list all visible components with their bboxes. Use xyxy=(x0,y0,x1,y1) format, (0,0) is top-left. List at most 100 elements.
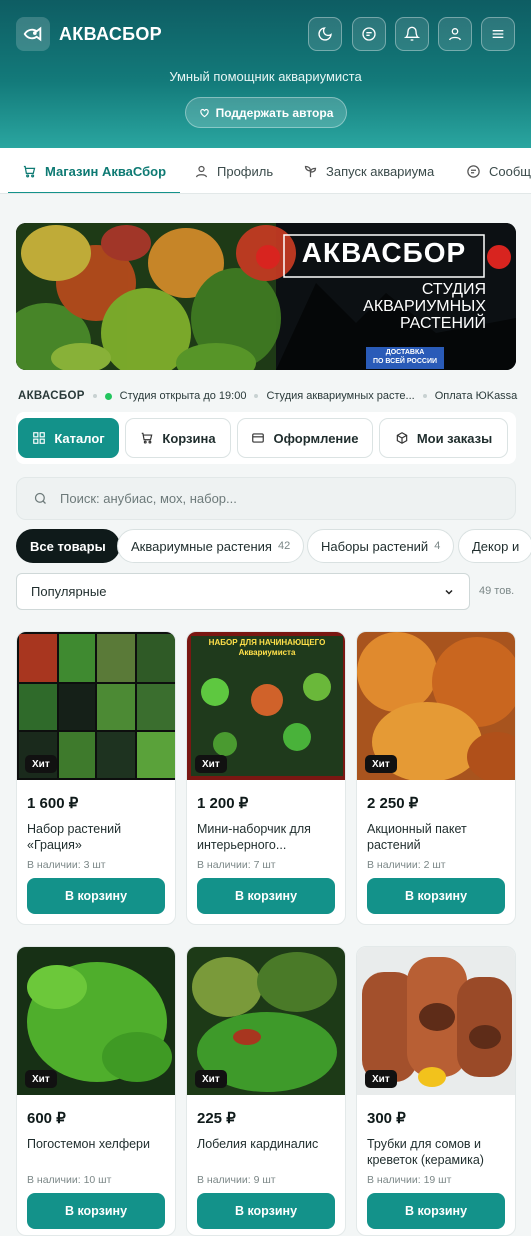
chip-count: 42 xyxy=(277,540,291,552)
product-card[interactable]: Хит 300 ₽ Трубки для сомов и креветок (к… xyxy=(356,946,516,1236)
support-author-button[interactable]: Поддержать автора xyxy=(185,97,347,128)
message-icon xyxy=(362,27,376,41)
checkout-label: Оформление xyxy=(273,430,359,446)
fish-logo-icon[interactable] xyxy=(16,17,50,51)
add-to-cart-button[interactable]: В корзину xyxy=(197,1193,335,1229)
chat-button[interactable] xyxy=(352,17,386,51)
hit-badge: Хит xyxy=(25,755,57,773)
chevron-down-icon xyxy=(445,589,453,595)
product-name[interactable]: Набор растений «Грация» xyxy=(27,821,167,853)
my-orders-button[interactable]: Мои заказы xyxy=(379,418,508,458)
brand-title[interactable]: АКВАСБОР xyxy=(59,24,162,45)
shop-actions: Каталог Корзина Оформление Мои заказы xyxy=(16,412,516,464)
product-stock: В наличии: 7 шт xyxy=(197,859,276,871)
theme-toggle-button[interactable] xyxy=(308,17,342,51)
product-stock: В наличии: 19 шт xyxy=(367,1174,452,1186)
hit-badge: Хит xyxy=(365,1070,397,1088)
open-status-dot xyxy=(104,392,112,400)
banner-subtitle: СТУДИЯ АКВАРИУМНЫХ РАСТЕНИЙ xyxy=(346,281,486,332)
sprout-icon xyxy=(304,165,317,177)
cart-icon xyxy=(142,432,153,444)
add-to-cart-button[interactable]: В корзину xyxy=(27,878,165,914)
product-price: 2 250 ₽ xyxy=(367,795,419,812)
cart-button[interactable]: Корзина xyxy=(125,418,231,458)
tab-profile-label: Профиль xyxy=(217,163,274,179)
app-header: АКВАСБОР Умный помощник аквариумиста Под… xyxy=(0,0,531,148)
info-open-hours: Студия открыта до 19:00 xyxy=(119,390,247,402)
menu-button[interactable] xyxy=(481,17,515,51)
tab-aquarium-start-label: Запуск аквариума xyxy=(326,163,435,179)
tab-messages[interactable]: Сообщ xyxy=(466,148,531,193)
product-stock: В наличии: 9 шт xyxy=(197,1174,276,1186)
promo-image-caption: НАБОР ДЛЯ НАЧИНАЮЩЕГО Аквариумиста xyxy=(193,638,341,658)
product-price: 225 ₽ xyxy=(197,1110,236,1127)
support-label: Поддержать автора xyxy=(215,105,334,120)
bell-icon xyxy=(404,26,420,41)
chip-plant-sets[interactable]: Наборы растений 4 xyxy=(307,529,455,563)
main-tabs: Магазин АкваСбор Профиль Запуск аквариум… xyxy=(0,148,531,194)
tab-messages-label: Сообщ xyxy=(489,163,531,179)
separator-dot xyxy=(254,394,259,398)
promo-image-subtitle: Аквариумиста xyxy=(238,648,296,657)
tab-aquarium-start[interactable]: Запуск аквариума xyxy=(303,148,435,193)
product-price: 1 200 ₽ xyxy=(197,795,249,812)
sort-select[interactable]: Популярные xyxy=(16,573,470,610)
product-price: 1 600 ₽ xyxy=(27,795,79,812)
promo-image-title: НАБОР ДЛЯ НАЧИНАЮЩЕГО xyxy=(208,638,326,647)
chip-label: Все товары xyxy=(30,538,106,554)
chip-aquarium-plants[interactable]: Аквариумные растения 42 xyxy=(117,529,305,563)
sort-selected-value: Популярные xyxy=(31,584,107,599)
info-studio: Студия аквариумных расте... xyxy=(266,390,415,402)
checkout-button[interactable]: Оформление xyxy=(237,418,373,458)
tab-shop[interactable]: Магазин АкваСбор xyxy=(8,148,181,193)
banner-delivery: ДОСТАВКА ПО ВСЕЙ РОССИИ xyxy=(366,348,444,366)
delivery-line-2: ПО ВСЕЙ РОССИИ xyxy=(372,358,438,365)
add-to-cart-button[interactable]: В корзину xyxy=(367,878,505,914)
products-count: 49 тов. xyxy=(479,585,515,597)
cart-icon xyxy=(23,165,36,177)
promo-banner[interactable]: АКВАСБОР СТУДИЯ АКВАРИУМНЫХ РАСТЕНИЙ ДОС… xyxy=(16,223,516,370)
chip-label: Аквариумные растения xyxy=(131,538,272,554)
my-orders-label: Мои заказы xyxy=(416,430,493,446)
store-info-strip: АКВАСБОР Студия открыта до 19:00 Студия … xyxy=(18,388,531,404)
banner-title: АКВАСБОР xyxy=(301,237,467,268)
chip-all-products[interactable]: Все товары xyxy=(16,529,120,563)
product-card[interactable]: НАБОР ДЛЯ НАЧИНАЮЩЕГО Аквариумиста Хит 1… xyxy=(186,631,346,925)
catalog-button[interactable]: Каталог xyxy=(18,418,119,458)
catalog-label: Каталог xyxy=(54,430,105,446)
banner-line-2: АКВАРИУМНЫХ xyxy=(363,298,486,315)
category-filter-chips: Все товары Аквариумные растения 42 Набор… xyxy=(16,529,531,563)
add-to-cart-button[interactable]: В корзину xyxy=(367,1193,505,1229)
add-to-cart-button[interactable]: В корзину xyxy=(27,1193,165,1229)
tab-profile[interactable]: Профиль xyxy=(194,148,274,193)
header-subtitle: Умный помощник аквариумиста xyxy=(169,69,362,84)
product-card[interactable]: Хит 600 ₽ Погостемон хелфери В наличии: … xyxy=(16,946,176,1236)
chip-decor[interactable]: Декор и xyxy=(458,529,531,563)
profile-button[interactable] xyxy=(438,17,472,51)
grid-icon xyxy=(33,432,46,444)
product-stock: В наличии: 2 шт xyxy=(367,859,446,871)
product-stock: В наличии: 10 шт xyxy=(27,1174,112,1186)
hit-badge: Хит xyxy=(365,755,397,773)
product-card[interactable]: Хит 225 ₽ Лобелия кардиналис В наличии: … xyxy=(186,946,346,1236)
product-card[interactable]: Хит 2 250 ₽ Акционный пакет растений В н… xyxy=(356,631,516,925)
product-price: 600 ₽ xyxy=(27,1110,66,1127)
product-name[interactable]: Мини-наборчик для интерьерного... xyxy=(197,821,337,853)
chat-icon xyxy=(467,164,480,178)
heart-icon xyxy=(199,108,209,118)
add-to-cart-button[interactable]: В корзину xyxy=(197,878,335,914)
product-price: 300 ₽ xyxy=(367,1110,406,1127)
delivery-line-1: ДОСТАВКА xyxy=(385,349,425,356)
banner-line-3: РАСТЕНИЙ xyxy=(400,315,486,332)
search-input[interactable] xyxy=(60,491,460,506)
user-icon xyxy=(195,165,208,177)
product-name[interactable]: Погостемон хелфери xyxy=(27,1136,167,1152)
product-stock: В наличии: 3 шт xyxy=(27,859,106,871)
moon-icon xyxy=(318,27,332,41)
product-card[interactable]: Хит 1 600 ₽ Набор растений «Грация» В на… xyxy=(16,631,176,925)
notifications-button[interactable] xyxy=(395,17,429,51)
product-name[interactable]: Трубки для сомов и креветок (керамика) xyxy=(367,1136,507,1168)
tab-shop-label: Магазин АкваСбор xyxy=(45,163,167,179)
product-name[interactable]: Акционный пакет растений xyxy=(367,821,507,853)
product-name[interactable]: Лобелия кардиналис xyxy=(197,1136,337,1152)
